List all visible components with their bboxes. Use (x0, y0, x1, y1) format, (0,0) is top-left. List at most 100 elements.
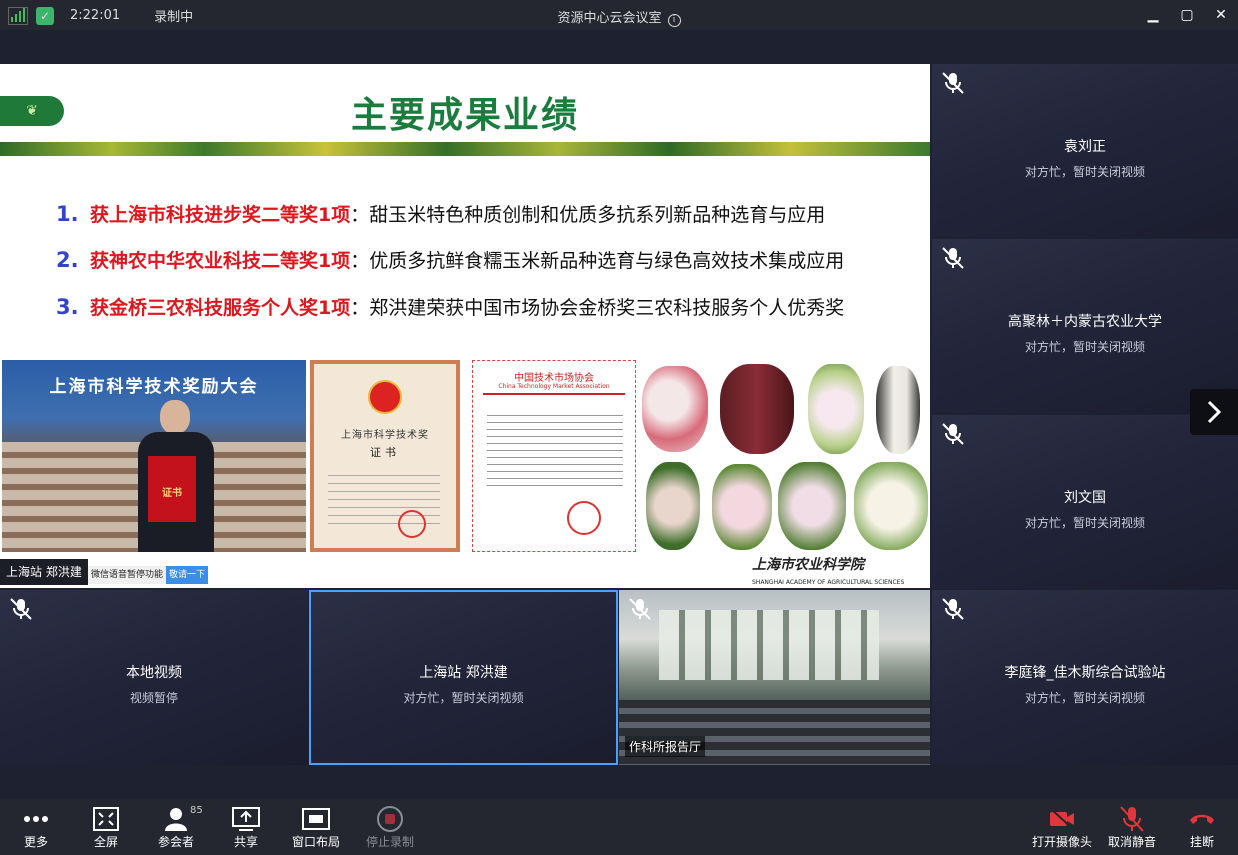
participant-status: 视频暂停 (129, 691, 178, 705)
achievement-number: 1. (56, 202, 79, 226)
mic-muted-icon (942, 598, 964, 620)
national-emblem-icon (368, 380, 402, 414)
participants-label: 参会者 (157, 835, 194, 849)
notice-document-image: 中国技术市场协会 China Technology Market Associa… (472, 360, 636, 552)
participant-status: 对方忙，暂时关闭视频 (1024, 340, 1145, 354)
maximize-icon[interactable]: ▢ (1176, 4, 1198, 26)
share-button[interactable]: 共享 (216, 799, 276, 855)
more-icon (24, 816, 48, 822)
participant-status: 对方忙，暂时关闭视频 (1024, 516, 1145, 530)
award-ceremony-photo: 上海市科学技术奖励大会 证书 (2, 360, 306, 552)
achievement-number: 2. (56, 248, 79, 272)
stop-record-button[interactable]: 停止录制 (360, 799, 420, 855)
unmute-label: 取消静音 (1107, 835, 1156, 849)
camera-button[interactable]: 打开摄像头 (1032, 799, 1092, 855)
mic-muted-icon (1120, 806, 1144, 832)
participants-icon (165, 808, 187, 831)
ceremony-banner: 上海市科学技术奖励大会 (49, 377, 259, 397)
corn-varieties-photos (640, 360, 930, 552)
video-feed-tile[interactable]: 作科所报告厅 (619, 590, 930, 765)
achievement-desc: 郑洪建荣获中国市场协会金桥奖三农科技服务个人优秀奖 (369, 297, 845, 319)
participants-button[interactable]: 85 参会者 (146, 799, 206, 855)
seal-icon (567, 501, 601, 535)
achievement-award: 获上海市科技进步奖二等奖1项 (90, 204, 351, 226)
presenter-name-tag: 上海站 郑洪建 (0, 559, 88, 585)
participant-tile[interactable]: 袁刘正 对方忙，暂时关闭视频 (932, 64, 1238, 238)
participant-name: 本地视频 (126, 665, 182, 681)
achievement-separator: ： (350, 204, 370, 226)
layout-icon (302, 808, 330, 830)
participant-status: 对方忙，暂时关闭视频 (1024, 165, 1145, 179)
hangup-label: 挂断 (1189, 835, 1214, 849)
record-stop-icon (377, 806, 403, 832)
achievement-1: 1. 获上海市科技进步奖二等奖1项：甜玉米特色种质创制和优质多抗系列新品种选育与应… (56, 200, 825, 227)
achievement-desc: 甜玉米特色种质创制和优质多抗系列新品种选育与应用 (369, 204, 826, 226)
stop-record-label: 停止录制 (365, 835, 414, 849)
mic-muted-icon (942, 423, 964, 445)
window-controls: ▁ ▢ ✕ (1142, 4, 1232, 26)
achievement-desc: 优质多抗鲜食糯玉米新品种选育与绿色高效技术集成应用 (369, 250, 845, 272)
corn-banner (0, 142, 930, 156)
institute-name: 上海市农业科学院 (752, 557, 864, 573)
participant-tile[interactable]: 高聚林＋内蒙古农业大学 对方忙，暂时关闭视频 (932, 239, 1238, 414)
slide-title: 主要成果业绩 (350, 95, 579, 136)
info-icon[interactable]: i (667, 14, 681, 27)
hangup-button[interactable]: 挂断 (1172, 799, 1232, 855)
more-button[interactable]: 更多 (6, 799, 66, 855)
mic-muted-icon (942, 247, 964, 269)
chevron-right-icon (1207, 400, 1222, 424)
certificate-heading: 上海市科学技术奖 (341, 430, 429, 441)
shared-screen: ❦ 主要成果业绩 1. 获上海市科技进步奖二等奖1项：甜玉米特色种质创制和优质多抗… (0, 64, 930, 588)
seal-icon (398, 510, 426, 538)
layout-button[interactable]: 窗口布局 (286, 799, 346, 855)
achievement-separator: ： (350, 250, 370, 272)
achievement-2: 2. 获神农中华农业科技二等奖1项：优质多抗鲜食糯玉米新品种选育与绿色高效技术集成… (56, 246, 844, 273)
meeting-title-text: 资源中心云会议室 (557, 11, 662, 26)
certificate-subheading: 证书 (370, 446, 400, 459)
achievement-3: 3. 获金桥三农科技服务个人奖1项：郑洪建荣获中国市场协会金桥奖三农科技服务个人优… (56, 293, 844, 320)
participant-name: 刘文国 (1064, 490, 1106, 506)
participant-name: 李庭锋_佳木斯综合试验站 (1004, 665, 1166, 681)
achievement-award: 获金桥三农科技服务个人奖1项 (90, 297, 351, 319)
slide-footer-logo: 上海市农业科学院 SHANGHAI ACADEMY OF AGRICULTURA… (752, 554, 904, 587)
mic-muted-icon (10, 598, 32, 620)
signal-icon (8, 6, 28, 25)
title-bar: ✓ 2:22:01 录制中 资源中心云会议室 i ▁ ▢ ✕ (0, 0, 1238, 30)
participant-status: 对方忙，暂时关闭视频 (1024, 691, 1145, 705)
next-page-button[interactable] (1190, 389, 1238, 435)
meeting-timer: 2:22:01 (70, 8, 121, 23)
certificate-image: 上海市科学技术奖 证书 (310, 360, 460, 552)
caption-tag-highlight[interactable]: 敬请一下 (166, 566, 209, 584)
more-label: 更多 (23, 835, 48, 849)
recording-status: 录制中 (154, 10, 194, 25)
mic-muted-icon (629, 598, 651, 620)
fullscreen-icon (93, 807, 119, 831)
shield-icon: ✓ (36, 6, 54, 25)
share-label: 共享 (233, 835, 258, 849)
notice-heading: 中国技术市场协会 (514, 373, 594, 384)
meeting-toolbar: 更多 全屏 85 参会者 共享 窗口布局 停止录制 打开摄像头 取消静音 挂断 (0, 799, 1238, 855)
participant-name: 高聚林＋内蒙古农业大学 (1008, 314, 1162, 330)
institute-english: SHANGHAI ACADEMY OF AGRICULTURAL SCIENCE… (752, 579, 905, 586)
mic-muted-icon (942, 72, 964, 94)
unmute-button[interactable]: 取消静音 (1102, 799, 1162, 855)
awardee-figure: 证书 (134, 400, 218, 552)
status-area: ✓ 2:22:01 录制中 (8, 6, 193, 25)
local-video-tile[interactable]: 本地视频 视频暂停 (0, 590, 308, 765)
layout-label: 窗口布局 (291, 835, 340, 849)
participant-name: 袁刘正 (1064, 139, 1106, 155)
share-screen-icon (232, 807, 260, 831)
active-speaker-tile[interactable]: 上海站 郑洪建 对方忙，暂时关闭视频 (309, 590, 618, 765)
camera-label: 打开摄像头 (1032, 835, 1093, 849)
fullscreen-button[interactable]: 全屏 (76, 799, 136, 855)
participant-tile[interactable]: 李庭锋_佳木斯综合试验站 对方忙，暂时关闭视频 (932, 590, 1238, 765)
fullscreen-label: 全屏 (93, 835, 118, 849)
participants-count: 85 (190, 805, 203, 816)
camera-off-icon (1049, 807, 1075, 831)
minimize-icon[interactable]: ▁ (1142, 4, 1164, 26)
achievement-separator: ： (350, 297, 370, 319)
achievement-award: 获神农中华农业科技二等奖1项 (90, 250, 351, 272)
caption-tag: 微信语音暂停功能 (88, 566, 167, 584)
close-icon[interactable]: ✕ (1210, 4, 1232, 26)
participant-tile[interactable]: 刘文国 对方忙，暂时关闭视频 (932, 415, 1238, 589)
